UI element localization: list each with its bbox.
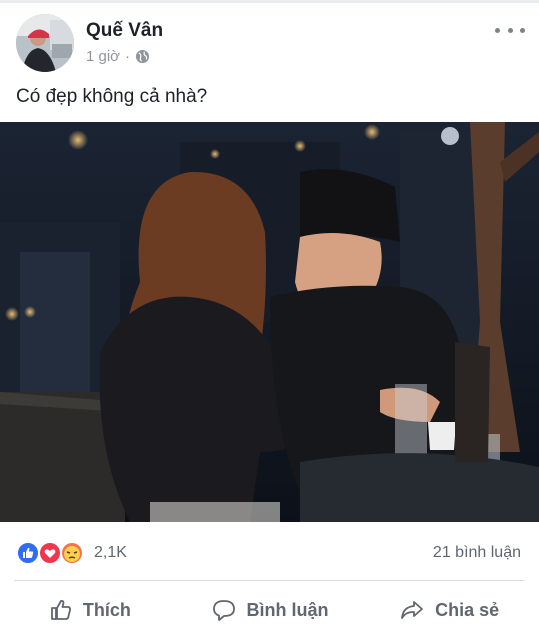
comment-button[interactable]: Bình luận	[180, 588, 360, 632]
like-reaction-icon	[16, 541, 40, 565]
love-reaction-icon	[38, 541, 62, 565]
globe-icon	[135, 49, 150, 64]
post-photo[interactable]	[0, 122, 539, 522]
post-header: Quế Vân 1 giờ ·	[0, 10, 539, 76]
thumbs-up-icon	[50, 600, 71, 620]
angry-reaction-icon	[60, 541, 84, 565]
more-dot	[520, 27, 525, 33]
more-dot	[495, 27, 500, 33]
post-meta: 1 giờ ·	[86, 48, 150, 65]
action-divider	[14, 580, 525, 581]
speech-bubble-icon	[212, 600, 235, 621]
share-button[interactable]: Chia sẻ	[359, 588, 539, 632]
action-bar: Thích Bình luận Chia sẻ	[0, 588, 539, 632]
reaction-bar: 2,1K 21 bình luận	[0, 535, 539, 571]
reaction-icons[interactable]	[16, 541, 88, 565]
meta-separator: ·	[125, 48, 131, 65]
share-arrow-icon	[401, 601, 424, 619]
post-caption: Có đẹp không cả nhà?	[16, 86, 208, 107]
share-label: Chia sẻ	[435, 599, 500, 620]
top-strip	[0, 0, 539, 3]
comment-count[interactable]: 21 bình luận	[433, 544, 521, 562]
like-label: Thích	[82, 599, 131, 620]
post-time[interactable]: 1 giờ	[86, 48, 120, 65]
author-avatar[interactable]	[16, 14, 74, 72]
comment-label: Bình luận	[246, 599, 329, 620]
reaction-count[interactable]: 2,1K	[94, 544, 127, 562]
more-dot	[507, 27, 513, 33]
author-name[interactable]: Quế Vân	[86, 20, 163, 42]
like-button[interactable]: Thích	[0, 588, 180, 632]
more-options-button[interactable]	[495, 24, 525, 36]
